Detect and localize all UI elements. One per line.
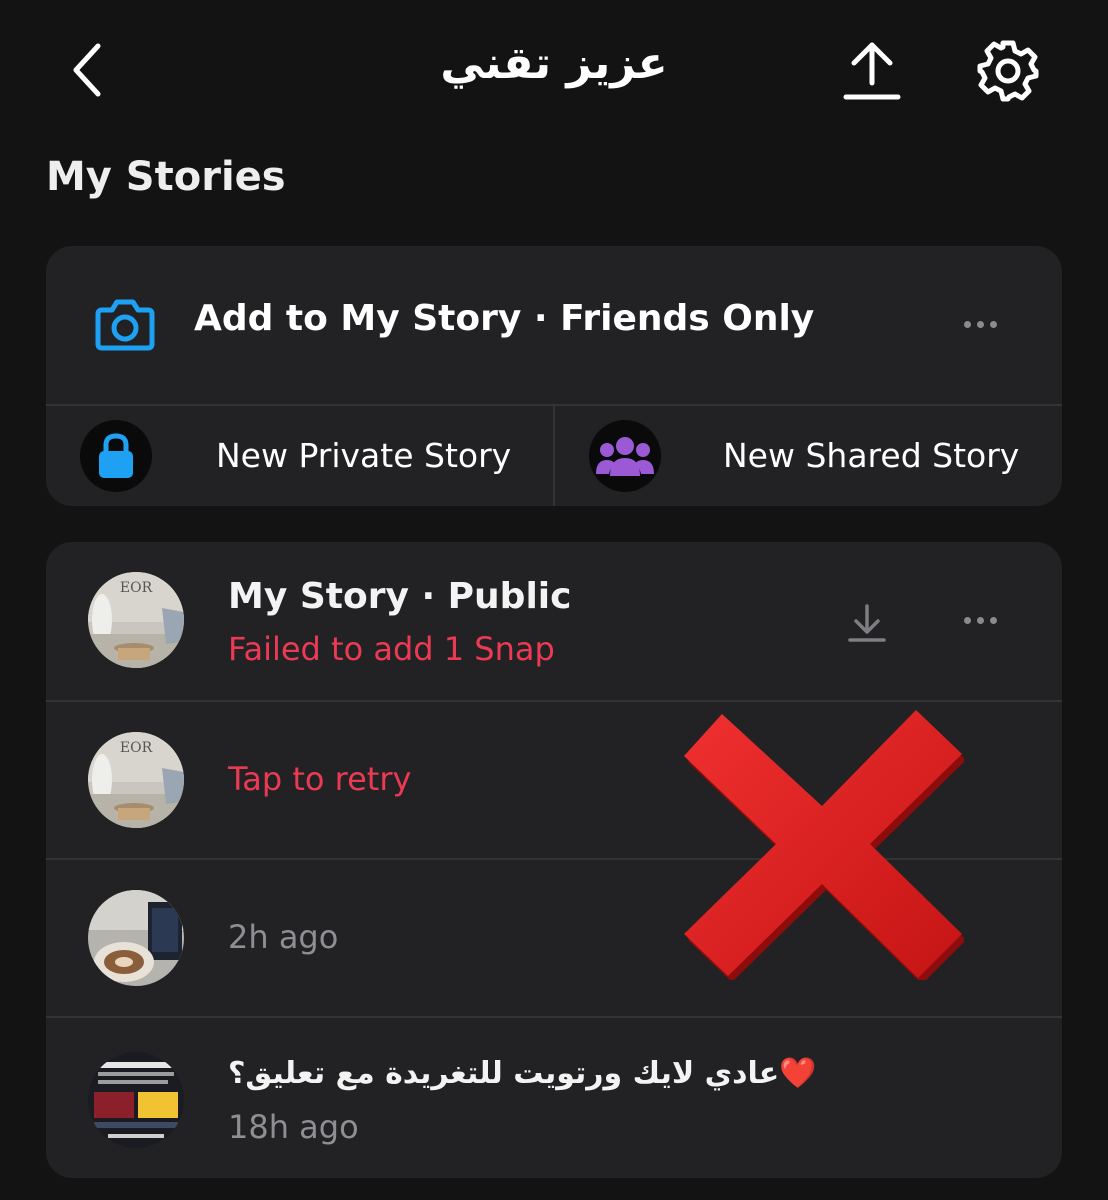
upload-button[interactable] — [836, 36, 908, 106]
snap-row-failed[interactable]: EOR Tap to retry — [46, 702, 1062, 860]
new-shared-story-button[interactable]: New Shared Story — [555, 406, 1062, 506]
story-more-options-button[interactable] — [950, 600, 1010, 640]
lock-icon — [99, 433, 133, 478]
upload-icon — [843, 42, 901, 100]
section-title: My Stories — [46, 154, 286, 200]
create-story-card: Add to My Story · Friends Only New Priva… — [46, 246, 1062, 506]
new-private-story-button[interactable]: New Private Story — [46, 406, 553, 506]
more-dots-icon — [963, 616, 997, 624]
snap-thumbnail — [88, 1052, 184, 1148]
snap-time: 2h ago — [228, 918, 339, 956]
more-dots-icon — [963, 320, 997, 328]
snap-thumbnail — [88, 890, 184, 986]
settings-button[interactable] — [970, 34, 1046, 108]
gear-icon — [977, 40, 1039, 102]
retry-label: Tap to retry — [228, 760, 412, 798]
story-thumbnail: EOR — [88, 572, 184, 668]
download-button[interactable] — [842, 598, 892, 648]
tweet-screenshot-thumbnail-image — [88, 1052, 184, 1148]
my-story-row[interactable]: EOR My Story · Public Failed to add 1 Sn… — [46, 542, 1062, 700]
add-to-my-story-row[interactable]: Add to My Story · Friends Only — [46, 246, 1062, 404]
lock-badge — [80, 420, 152, 492]
snap-caption: عادي لايك ورتويت للتغريدة مع تعليق؟❤️ — [228, 1056, 817, 1091]
top-bar: عزيز تقني — [0, 0, 1108, 140]
my-story-card: EOR My Story · Public Failed to add 1 Sn… — [46, 542, 1062, 1178]
snap-thumbnail: EOR — [88, 732, 184, 828]
new-private-story-label: New Private Story — [216, 436, 512, 475]
page-title: عزيز تقني — [440, 38, 668, 89]
new-shared-story-label: New Shared Story — [723, 436, 1020, 475]
my-story-title: My Story · Public — [228, 576, 572, 617]
svg-text:EOR: EOR — [120, 580, 153, 596]
snap-time: 18h ago — [228, 1108, 359, 1146]
svg-text:EOR: EOR — [120, 740, 153, 756]
group-icon — [596, 437, 654, 476]
snap-row[interactable]: عادي لايك ورتويت للتغريدة مع تعليق؟❤️ 18… — [46, 1018, 1062, 1176]
coffee-thumbnail-image — [88, 890, 184, 986]
more-options-button[interactable] — [950, 304, 1010, 344]
group-badge — [589, 420, 661, 492]
snap-row[interactable]: 2h ago — [46, 860, 1062, 1018]
cafe-thumbnail-image: EOR — [88, 732, 184, 828]
screen: عزيز تقني My Stories Add to My Story · F… — [0, 0, 1108, 1200]
add-to-my-story-label: Add to My Story · Friends Only — [194, 298, 815, 339]
camera-icon — [95, 299, 155, 351]
cafe-thumbnail-image: EOR — [88, 572, 184, 668]
my-story-status: Failed to add 1 Snap — [228, 630, 555, 668]
download-icon — [848, 604, 886, 642]
